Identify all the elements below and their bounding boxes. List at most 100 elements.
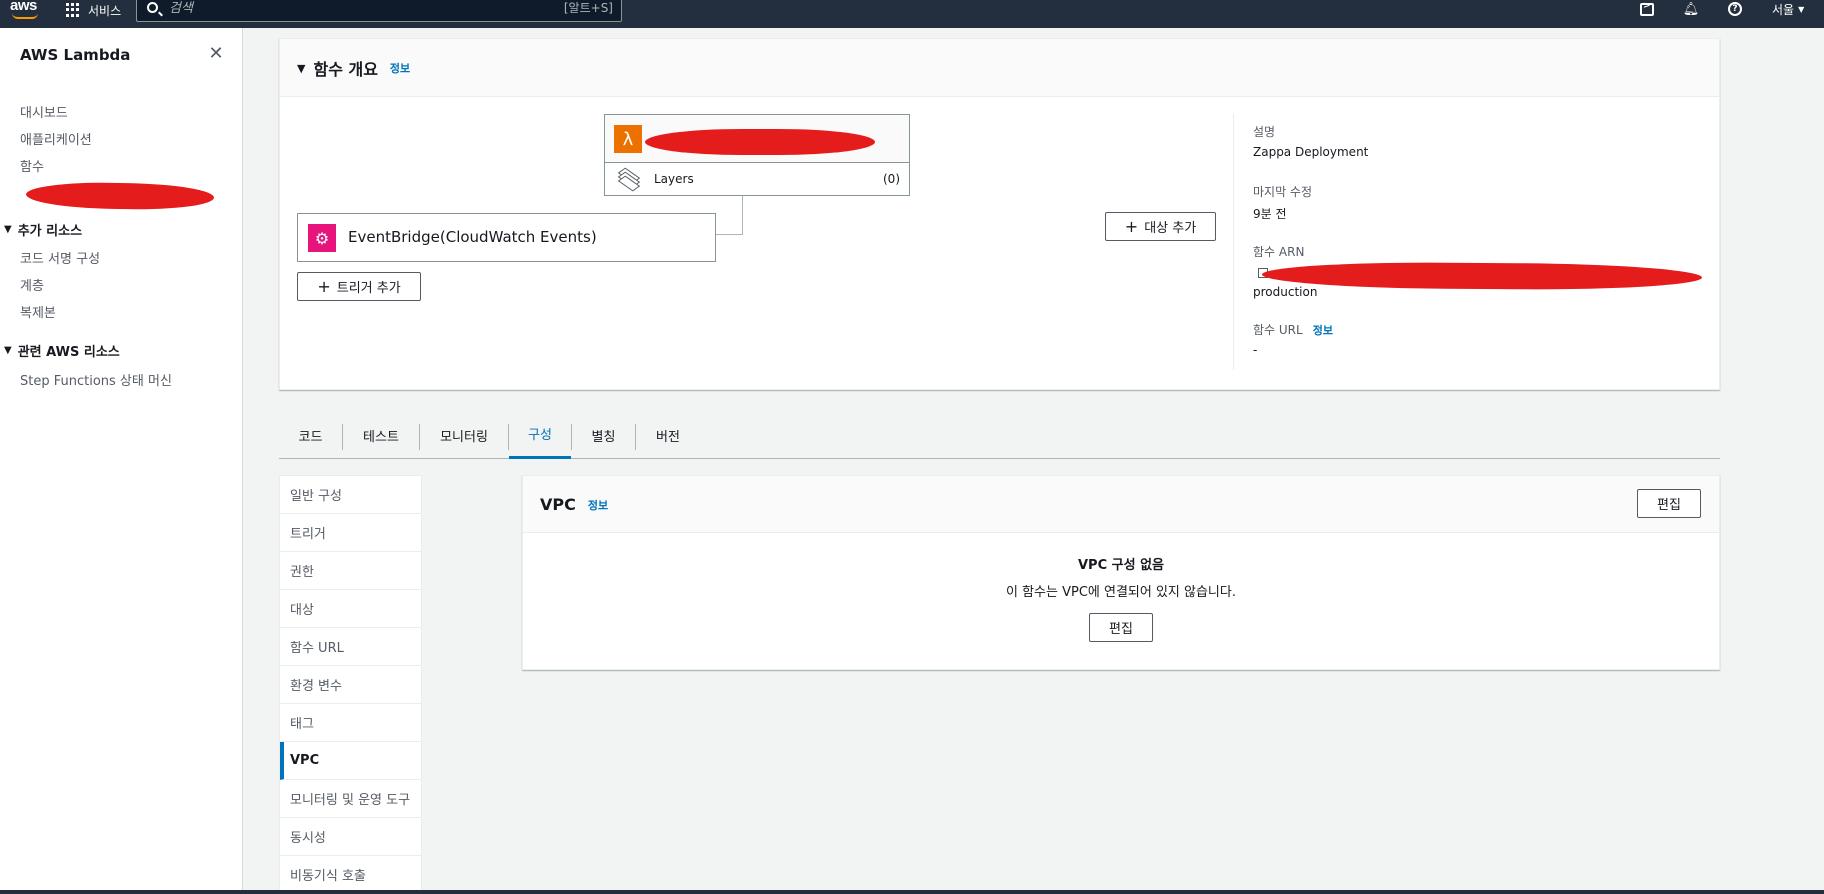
layers-icon xyxy=(617,167,643,192)
config-nav-async-invocation[interactable]: 비동기식 호출 xyxy=(280,856,421,894)
add-destination-label: 대상 추가 xyxy=(1144,221,1197,236)
help-icon[interactable]: ? xyxy=(1726,0,1744,18)
function-tabs: 코드 테스트 모니터링 구성 별칭 버전 xyxy=(279,411,1720,459)
lambda-icon: λ xyxy=(614,125,642,153)
tab-code[interactable]: 코드 xyxy=(279,411,342,459)
tab-versions[interactable]: 버전 xyxy=(636,411,700,459)
last-modified-label: 마지막 수정 xyxy=(1253,185,1313,199)
config-nav-general[interactable]: 일반 구성 xyxy=(280,476,421,514)
sidebar-item-functions[interactable]: 함수 xyxy=(20,156,44,175)
config-nav-concurrency[interactable]: 동시성 xyxy=(280,818,421,856)
edit-button[interactable]: 편집 xyxy=(1089,613,1153,642)
top-navigation: aws 서비스 [알트+S] 🔔︎ ? 서울 ▼ xyxy=(0,0,1824,28)
configuration-nav: 일반 구성 트리거 권한 대상 함수 URL 환경 변수 태그 VPC 모니터링… xyxy=(279,475,422,894)
sidebar-section-related-aws-resources[interactable]: ▼ 관련 AWS 리소스 xyxy=(4,341,120,360)
aws-logo[interactable]: aws xyxy=(8,0,42,22)
caret-down-icon: ▼ xyxy=(1798,4,1805,14)
vpc-empty-title: VPC 구성 없음 xyxy=(1077,558,1165,573)
function-node[interactable]: λ Layers (0) xyxy=(604,114,910,196)
sidebar-section-additional-resources[interactable]: ▼ 추가 리소스 xyxy=(4,220,82,239)
tab-configuration[interactable]: 구성 xyxy=(509,411,571,459)
search-icon xyxy=(147,2,158,13)
search-input[interactable] xyxy=(169,0,549,17)
grid-icon xyxy=(66,3,80,17)
add-destination-button[interactable]: + 대상 추가 xyxy=(1105,212,1216,241)
vpc-panel-title: VPC xyxy=(540,495,576,514)
divider xyxy=(1233,114,1234,370)
tab-aliases[interactable]: 별칭 xyxy=(572,411,635,459)
vpc-empty-description: 이 함수는 VPC에 연결되어 있지 않습니다. xyxy=(1005,585,1236,600)
function-url-label: 함수 URL xyxy=(1253,323,1303,337)
tab-monitoring[interactable]: 모니터링 xyxy=(420,411,508,459)
last-modified-value: 9분 전 xyxy=(1253,207,1287,221)
cloudshell-icon[interactable] xyxy=(1638,0,1656,18)
config-nav-permissions[interactable]: 권한 xyxy=(280,552,421,590)
edit-button[interactable]: 편집 xyxy=(1637,489,1701,518)
sidebar-item-replicas[interactable]: 복제본 xyxy=(20,302,56,321)
config-nav-tags[interactable]: 태그 xyxy=(280,704,421,742)
redaction-mark xyxy=(1261,261,1703,291)
sidebar: AWS Lambda ✕ 대시보드 애플리케이션 함수 ▼ 추가 리소스 코드 … xyxy=(0,28,243,894)
redaction-mark xyxy=(645,129,875,155)
function-url-label-row: 함수 URL 정보 xyxy=(1253,321,1333,338)
sidebar-section-label: 추가 리소스 xyxy=(17,224,83,239)
description-label: 설명 xyxy=(1253,125,1276,139)
layers-row[interactable]: Layers (0) xyxy=(605,163,909,197)
region-selector[interactable]: 서울 ▼ xyxy=(1772,0,1804,18)
function-arn-suffix: production xyxy=(1253,285,1318,299)
close-icon[interactable]: ✕ xyxy=(208,45,224,63)
tab-test[interactable]: 테스트 xyxy=(343,411,419,459)
eventbridge-icon: ⚙ xyxy=(308,224,336,252)
services-menu-button[interactable]: 서비스 xyxy=(66,0,121,20)
config-nav-destinations[interactable]: 대상 xyxy=(280,590,421,628)
plus-icon: + xyxy=(317,276,331,296)
info-link[interactable]: 정보 xyxy=(588,497,608,513)
caret-down-icon: ▼ xyxy=(4,345,12,356)
sidebar-item-applications[interactable]: 애플리케이션 xyxy=(20,129,92,148)
function-arn-label: 함수 ARN xyxy=(1253,245,1305,259)
plus-icon: + xyxy=(1124,216,1139,236)
info-link[interactable]: 정보 xyxy=(390,60,410,76)
connector-line xyxy=(742,196,743,234)
services-label: 서비스 xyxy=(88,3,122,18)
sidebar-item-step-functions[interactable]: Step Functions 상태 머신 xyxy=(20,370,172,389)
config-nav-triggers[interactable]: 트리거 xyxy=(280,514,421,552)
vpc-panel: VPC 정보 편집 VPC 구성 없음 이 함수는 VPC에 연결되어 있지 않… xyxy=(522,475,1720,670)
bottom-edge xyxy=(0,890,1824,894)
bell-icon[interactable]: 🔔︎ xyxy=(1682,0,1700,18)
config-nav-function-url[interactable]: 함수 URL xyxy=(280,628,421,666)
function-overview-title: 함수 개요 xyxy=(313,60,378,79)
aws-logo-text: aws xyxy=(10,0,37,14)
sidebar-item-code-signing[interactable]: 코드 서명 구성 xyxy=(20,248,100,267)
description-value: Zappa Deployment xyxy=(1253,145,1369,159)
add-trigger-label: 트리거 추가 xyxy=(336,281,401,296)
trigger-node-eventbridge[interactable]: ⚙ EventBridge(CloudWatch Events) xyxy=(297,213,716,262)
sidebar-title: AWS Lambda xyxy=(20,46,131,64)
config-nav-vpc[interactable]: VPC xyxy=(280,742,421,780)
trigger-label: EventBridge(CloudWatch Events) xyxy=(348,228,597,246)
info-link[interactable]: 정보 xyxy=(1313,322,1333,338)
vpc-panel-header: VPC 정보 편집 xyxy=(523,476,1719,533)
function-overview-panel: ▼ 함수 개요 정보 λ Layers (0) ⚙ EventBridge(Cl… xyxy=(279,38,1720,390)
config-nav-environment-variables[interactable]: 환경 변수 xyxy=(280,666,421,704)
function-url-value: - xyxy=(1253,343,1258,357)
caret-down-icon: ▼ xyxy=(4,224,12,235)
sidebar-item-dashboard[interactable]: 대시보드 xyxy=(20,102,68,121)
config-nav-monitoring-tools[interactable]: 모니터링 및 운영 도구 xyxy=(280,780,421,818)
function-node-header: λ xyxy=(605,115,909,163)
layers-count: (0) xyxy=(883,172,900,186)
layers-label: Layers xyxy=(654,172,694,186)
region-label: 서울 xyxy=(1772,2,1795,17)
function-overview-header: ▼ 함수 개요 정보 xyxy=(280,39,1719,97)
caret-down-icon: ▼ xyxy=(297,61,306,75)
connector-line xyxy=(716,234,743,235)
aws-logo-smile xyxy=(12,13,38,19)
add-trigger-button[interactable]: + 트리거 추가 xyxy=(297,272,421,301)
search-box[interactable]: [알트+S] xyxy=(136,0,622,22)
function-overview-toggle[interactable]: ▼ 함수 개요 정보 xyxy=(297,56,410,80)
sidebar-item-layers[interactable]: 계층 xyxy=(20,275,44,294)
sidebar-section-label: 관련 AWS 리소스 xyxy=(17,345,120,360)
vpc-panel-title-row: VPC 정보 xyxy=(540,495,608,514)
search-shortcut-hint: [알트+S] xyxy=(563,1,613,15)
redaction-mark xyxy=(25,181,215,211)
